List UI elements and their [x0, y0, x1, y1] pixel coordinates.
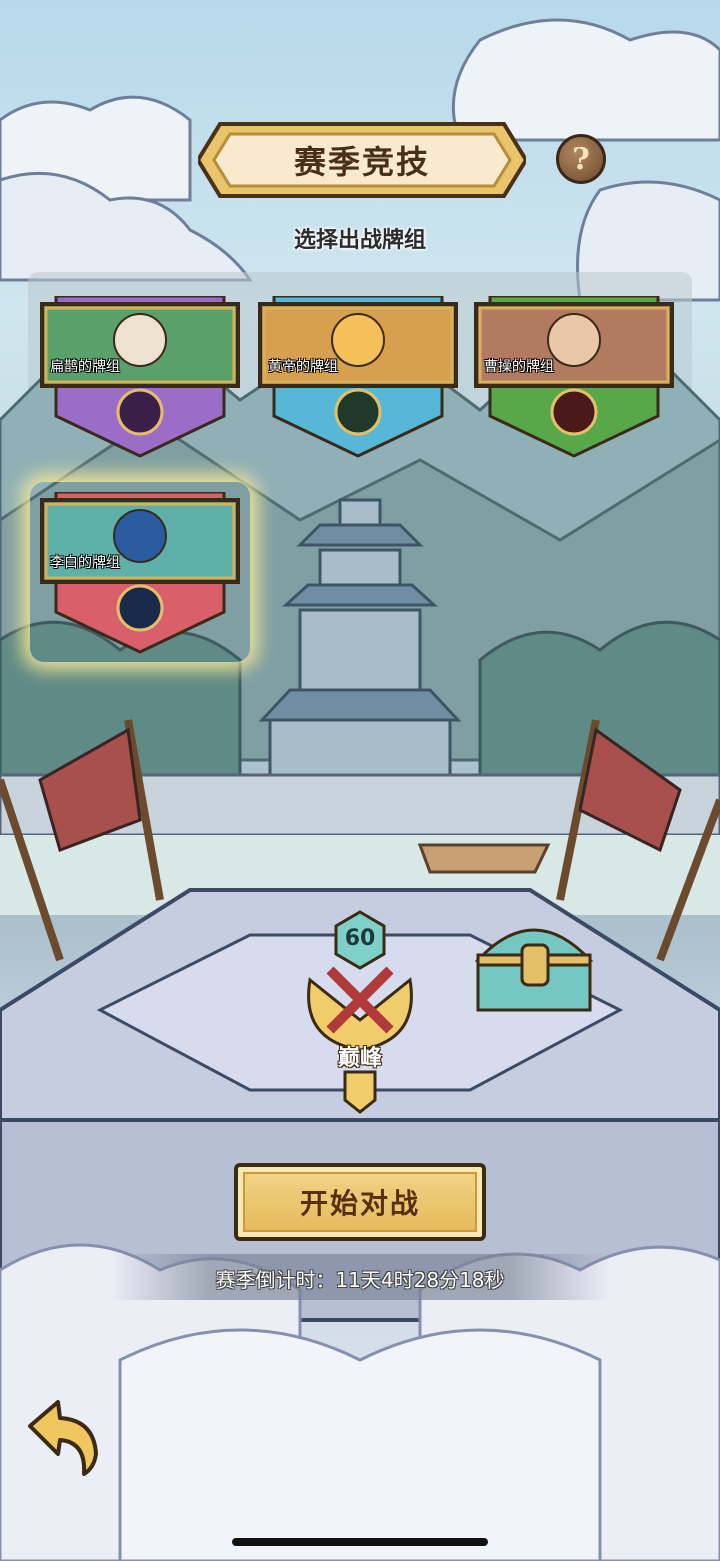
- deck-card-huangdi[interactable]: 黄帝的牌组: [258, 296, 458, 458]
- season-countdown: 赛季倒计时：11天4时28分18秒: [215, 1268, 505, 1292]
- deck-card-libai[interactable]: 李白的牌组: [40, 492, 240, 654]
- deck-label: 扁鹊的牌组: [50, 359, 120, 375]
- back-arrow-icon[interactable]: [24, 1398, 104, 1478]
- deck-card-caocao[interactable]: 曹操的牌组: [474, 296, 674, 458]
- deck-card-bianque[interactable]: 扁鹊的牌组: [40, 296, 240, 458]
- deck-label: 李白的牌组: [50, 555, 120, 571]
- rank-name: 巅峰: [337, 1046, 382, 1071]
- deck-select-subtitle: 选择出战牌组: [293, 228, 426, 253]
- start-battle-button[interactable]: 开始对战: [234, 1163, 486, 1241]
- question-icon: ?: [572, 141, 590, 177]
- deck-label: 曹操的牌组: [484, 359, 554, 375]
- help-button[interactable]: ?: [556, 134, 606, 184]
- page-title: 赛季竞技: [293, 143, 430, 181]
- rank-level: 60: [344, 926, 376, 951]
- home-indicator: [232, 1538, 488, 1546]
- deck-label: 黄帝的牌组: [268, 359, 338, 375]
